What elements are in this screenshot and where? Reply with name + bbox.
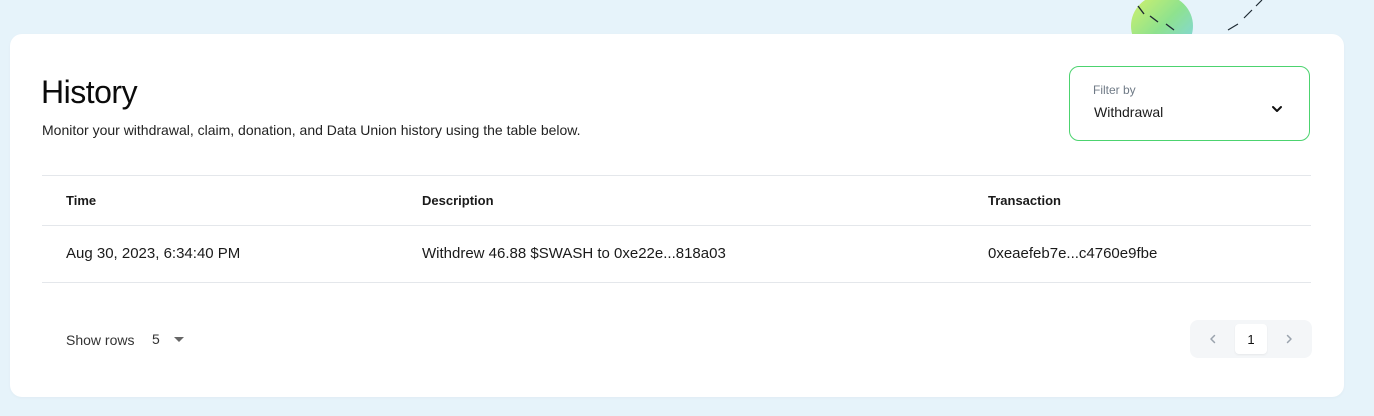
- page-subtitle: Monitor your withdrawal, claim, donation…: [42, 122, 581, 138]
- history-table: Time Description Transaction Aug 30, 202…: [42, 175, 1311, 283]
- caret-down-icon: [174, 337, 184, 342]
- table-row: Aug 30, 2023, 6:34:40 PM Withdrew 46.88 …: [42, 226, 1311, 283]
- pagination-control: 1: [1190, 320, 1312, 358]
- history-card: History Monitor your withdrawal, claim, …: [10, 34, 1344, 397]
- next-page-button[interactable]: [1274, 324, 1304, 354]
- table-header-row: Time Description Transaction: [42, 175, 1311, 226]
- column-header-description: Description: [422, 193, 494, 208]
- rows-per-page-select[interactable]: 5: [152, 330, 192, 350]
- filter-selected-value: Withdrawal: [1094, 104, 1164, 120]
- column-header-time: Time: [66, 193, 97, 208]
- cell-description: Withdrew 46.88 $SWASH to 0xe22e...818a03: [422, 245, 726, 262]
- column-header-transaction: Transaction: [988, 193, 1061, 208]
- chevron-down-icon: [1272, 106, 1282, 112]
- filter-label: Filter by: [1093, 83, 1136, 97]
- chevron-left-icon: [1210, 334, 1216, 344]
- filter-dropdown[interactable]: Filter by Withdrawal: [1069, 66, 1310, 141]
- show-rows-label: Show rows: [66, 332, 135, 348]
- cell-transaction-hash[interactable]: 0xeaefeb7e...c4760e9fbe: [988, 245, 1157, 262]
- prev-page-button[interactable]: [1198, 324, 1228, 354]
- page-title: History: [41, 74, 138, 110]
- chevron-right-icon: [1286, 334, 1292, 344]
- rows-per-page-value: 5: [152, 331, 160, 347]
- cell-time: Aug 30, 2023, 6:34:40 PM: [66, 245, 241, 262]
- page-number-button[interactable]: 1: [1235, 324, 1267, 354]
